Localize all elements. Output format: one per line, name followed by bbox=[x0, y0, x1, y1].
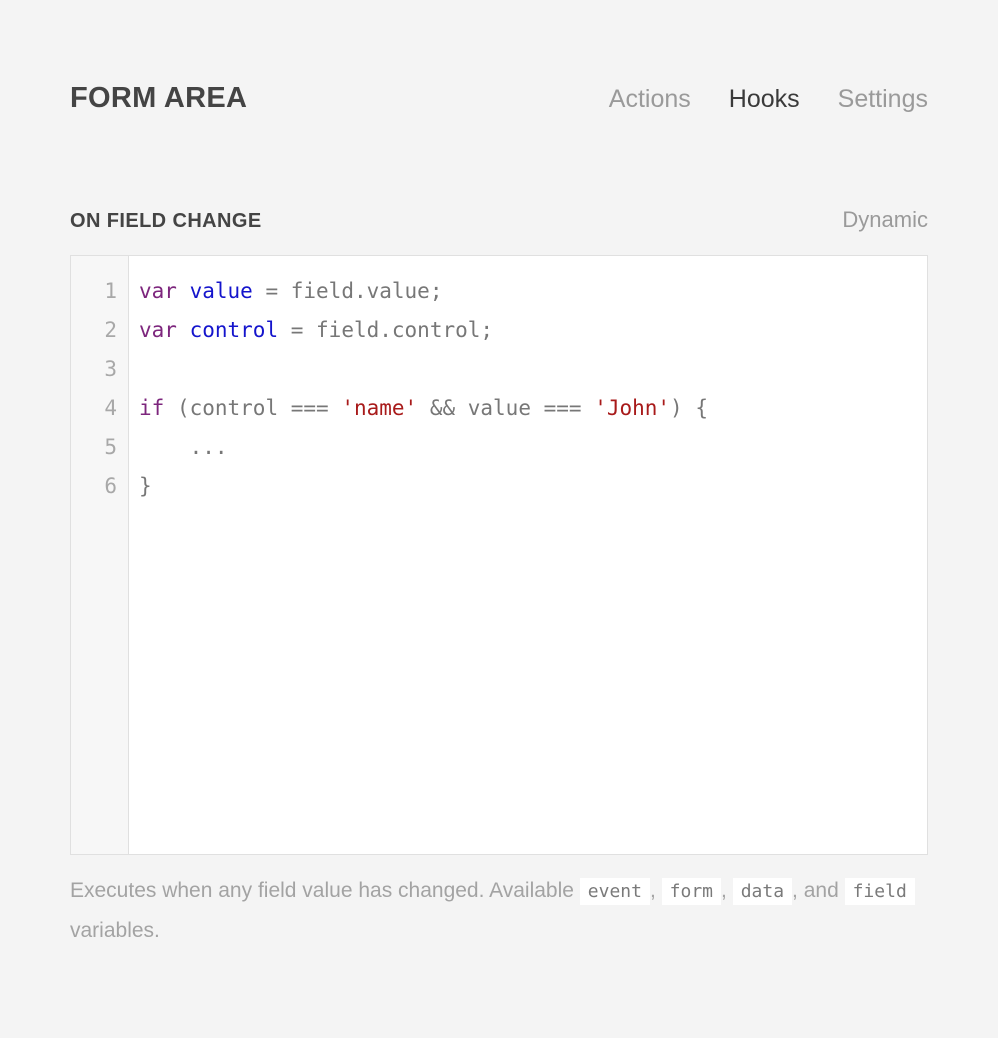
help-tail: variables. bbox=[70, 919, 160, 942]
tab-actions[interactable]: Actions bbox=[609, 87, 691, 112]
page-title: FORM AREA bbox=[70, 82, 248, 114]
line-number: 5 bbox=[104, 435, 117, 459]
help-text: Executes when any field value has change… bbox=[70, 871, 928, 950]
code-line[interactable]: if (control === 'name' && value === 'Joh… bbox=[139, 389, 927, 428]
code-line[interactable]: var control = field.control; bbox=[139, 311, 927, 350]
help-separator: , and bbox=[792, 879, 845, 902]
code-chip-data: data bbox=[732, 878, 793, 905]
line-number-gutter: 1 2 3 4 5 6 bbox=[71, 256, 129, 854]
help-separator: , bbox=[721, 879, 733, 902]
tab-settings[interactable]: Settings bbox=[838, 87, 928, 112]
code-line[interactable]: ... bbox=[139, 428, 927, 467]
tab-hooks[interactable]: Hooks bbox=[729, 87, 800, 112]
tab-bar: Actions Hooks Settings bbox=[609, 87, 928, 112]
help-separator: , bbox=[649, 879, 662, 902]
hook-mode-label[interactable]: Dynamic bbox=[842, 209, 928, 231]
code-chip-form: form bbox=[661, 878, 722, 905]
line-number: 4 bbox=[104, 396, 117, 420]
code-line[interactable] bbox=[139, 350, 927, 389]
code-chip-event: event bbox=[579, 878, 650, 905]
code-area[interactable]: var value = field.value; var control = f… bbox=[129, 256, 927, 854]
line-number: 1 bbox=[104, 279, 117, 303]
form-area-page: FORM AREA Actions Hooks Settings ON FIEL… bbox=[0, 0, 998, 1038]
line-number: 3 bbox=[104, 357, 117, 381]
code-chip-field: field bbox=[844, 878, 915, 905]
line-number: 6 bbox=[104, 474, 117, 498]
code-line[interactable]: var value = field.value; bbox=[139, 272, 927, 311]
section-header: ON FIELD CHANGE Dynamic bbox=[70, 209, 928, 232]
page-header: FORM AREA Actions Hooks Settings bbox=[70, 0, 928, 113]
line-number: 2 bbox=[104, 318, 117, 342]
help-lead: Executes when any field value has change… bbox=[70, 879, 580, 902]
code-editor[interactable]: 1 2 3 4 5 6 var value = field.value; var… bbox=[70, 255, 928, 855]
section-title-on-field-change: ON FIELD CHANGE bbox=[70, 210, 262, 232]
code-line[interactable]: } bbox=[139, 467, 927, 506]
